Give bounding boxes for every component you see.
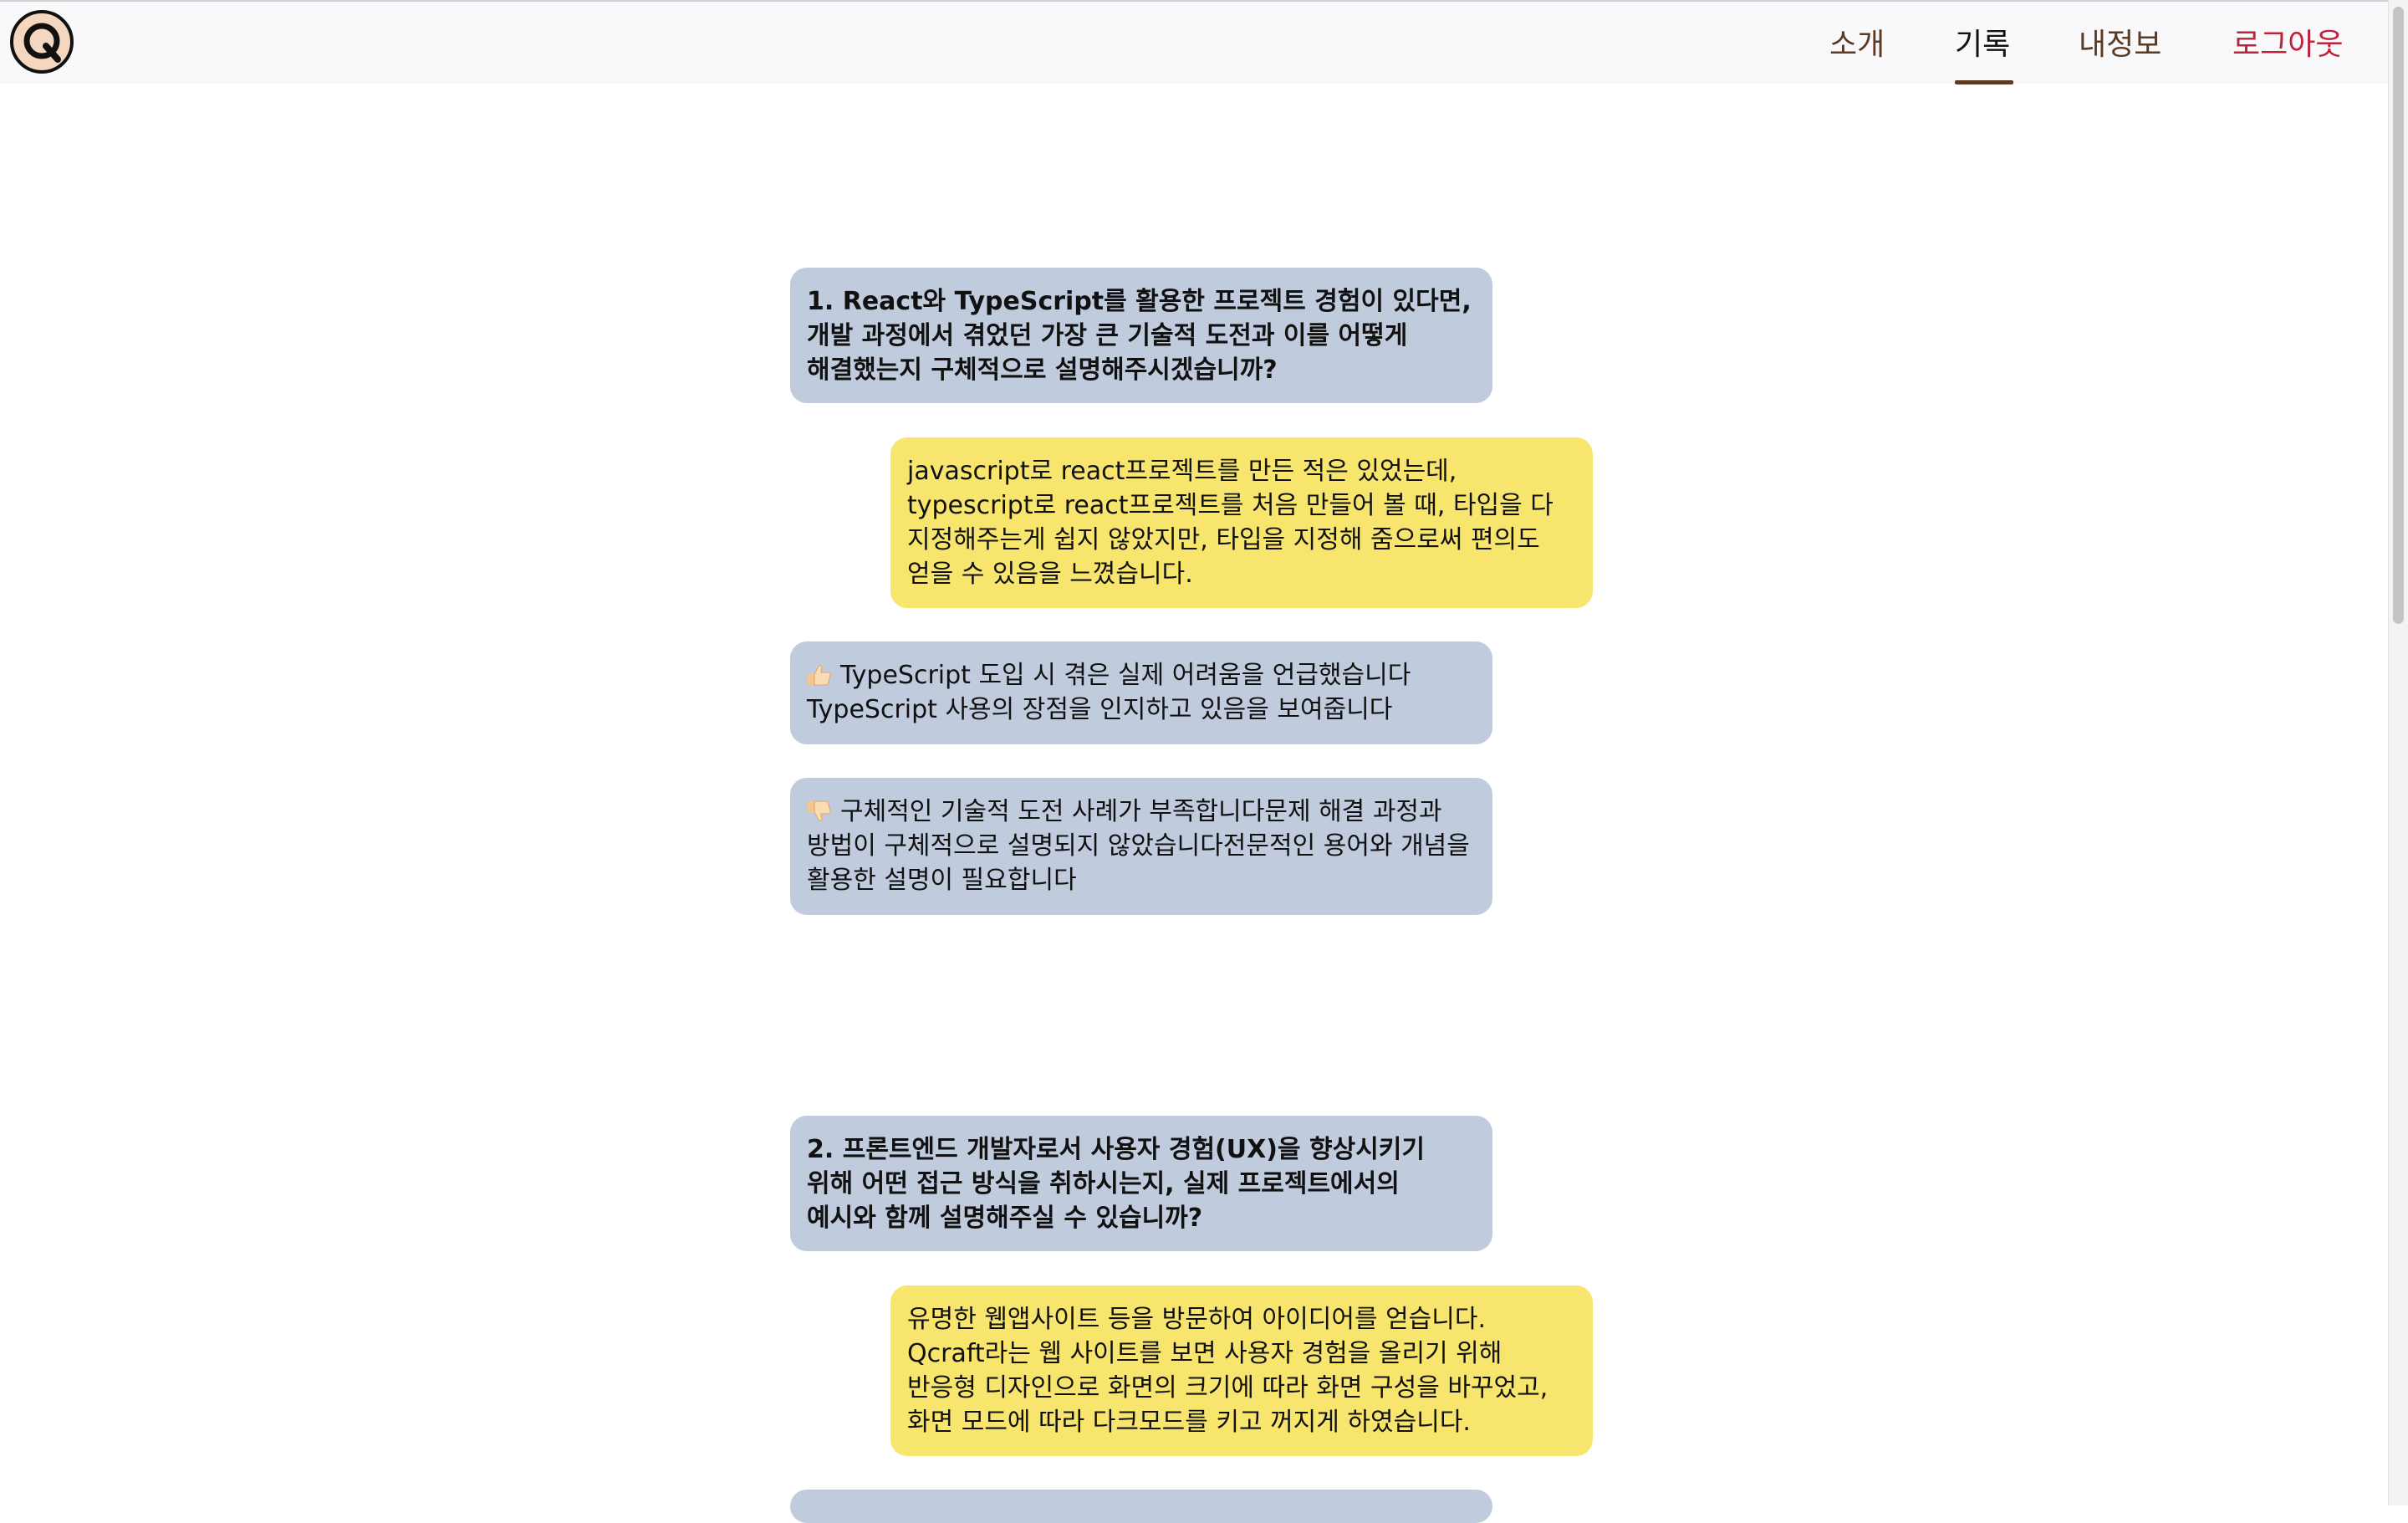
nav-my-info[interactable]: 내정보 [2079, 20, 2161, 64]
feedback-good-bubble: TypeScript 도입 시 겪은 실제 어려움을 언급했습니다 TypeSc… [790, 641, 1492, 744]
feedback-good-line-2: TypeScript 사용의 장점을 인지하고 있음을 보여줍니다 [807, 695, 1393, 724]
answer-text: 유명한 웹앱사이트 등을 방문하여 아이디어를 얻습니다. Qcraft라는 웹… [907, 1305, 1548, 1437]
feedback-bubble-partial [790, 1490, 1492, 1523]
logo-q-glyph [23, 23, 61, 63]
feedback-bad-text: 구체적인 기술적 도전 사례가 부족합니다문제 해결 과정과 방법이 구체적으로… [807, 797, 1470, 895]
answer-text: javascript로 react프로젝트를 만든 적은 있었는데, types… [907, 457, 1553, 589]
thumbs-down-icon [808, 800, 831, 821]
nav-intro[interactable]: 소개 [1829, 20, 1885, 64]
answer-bubble: 유명한 웹앱사이트 등을 방문하여 아이디어를 얻습니다. Qcraft라는 웹… [890, 1285, 1593, 1456]
nav-records[interactable]: 기록 [1955, 20, 2010, 64]
question-text: 1. React와 TypeScript를 활용한 프로젝트 경험이 있다면, … [807, 287, 1472, 385]
active-tab-indicator [1955, 80, 2013, 84]
answer-bubble: javascript로 react프로젝트를 만든 적은 있었는데, types… [890, 437, 1593, 608]
question-bubble: 1. React와 TypeScript를 활용한 프로젝트 경험이 있다면, … [790, 268, 1492, 403]
question-text: 2. 프론트엔드 개발자로서 사용자 경험(UX)을 향상시키기 위해 어떤 접… [807, 1135, 1426, 1233]
logo-icon[interactable] [10, 10, 74, 74]
nav-logout[interactable]: 로그아웃 [2232, 20, 2343, 64]
feedback-bad-bubble: 구체적인 기술적 도전 사례가 부족합니다문제 해결 과정과 방법이 구체적으로… [790, 778, 1492, 915]
question-bubble: 2. 프론트엔드 개발자로서 사용자 경험(UX)을 향상시키기 위해 어떤 접… [790, 1116, 1492, 1251]
feedback-good-line-1: TypeScript 도입 시 겪은 실제 어려움을 언급했습니다 [840, 661, 1411, 690]
scrollbar-thumb[interactable] [2393, 7, 2404, 624]
thumbs-up-icon [808, 665, 831, 686]
top-nav-bar: 소개 기록 내정보 로그아웃 [0, 0, 2388, 84]
